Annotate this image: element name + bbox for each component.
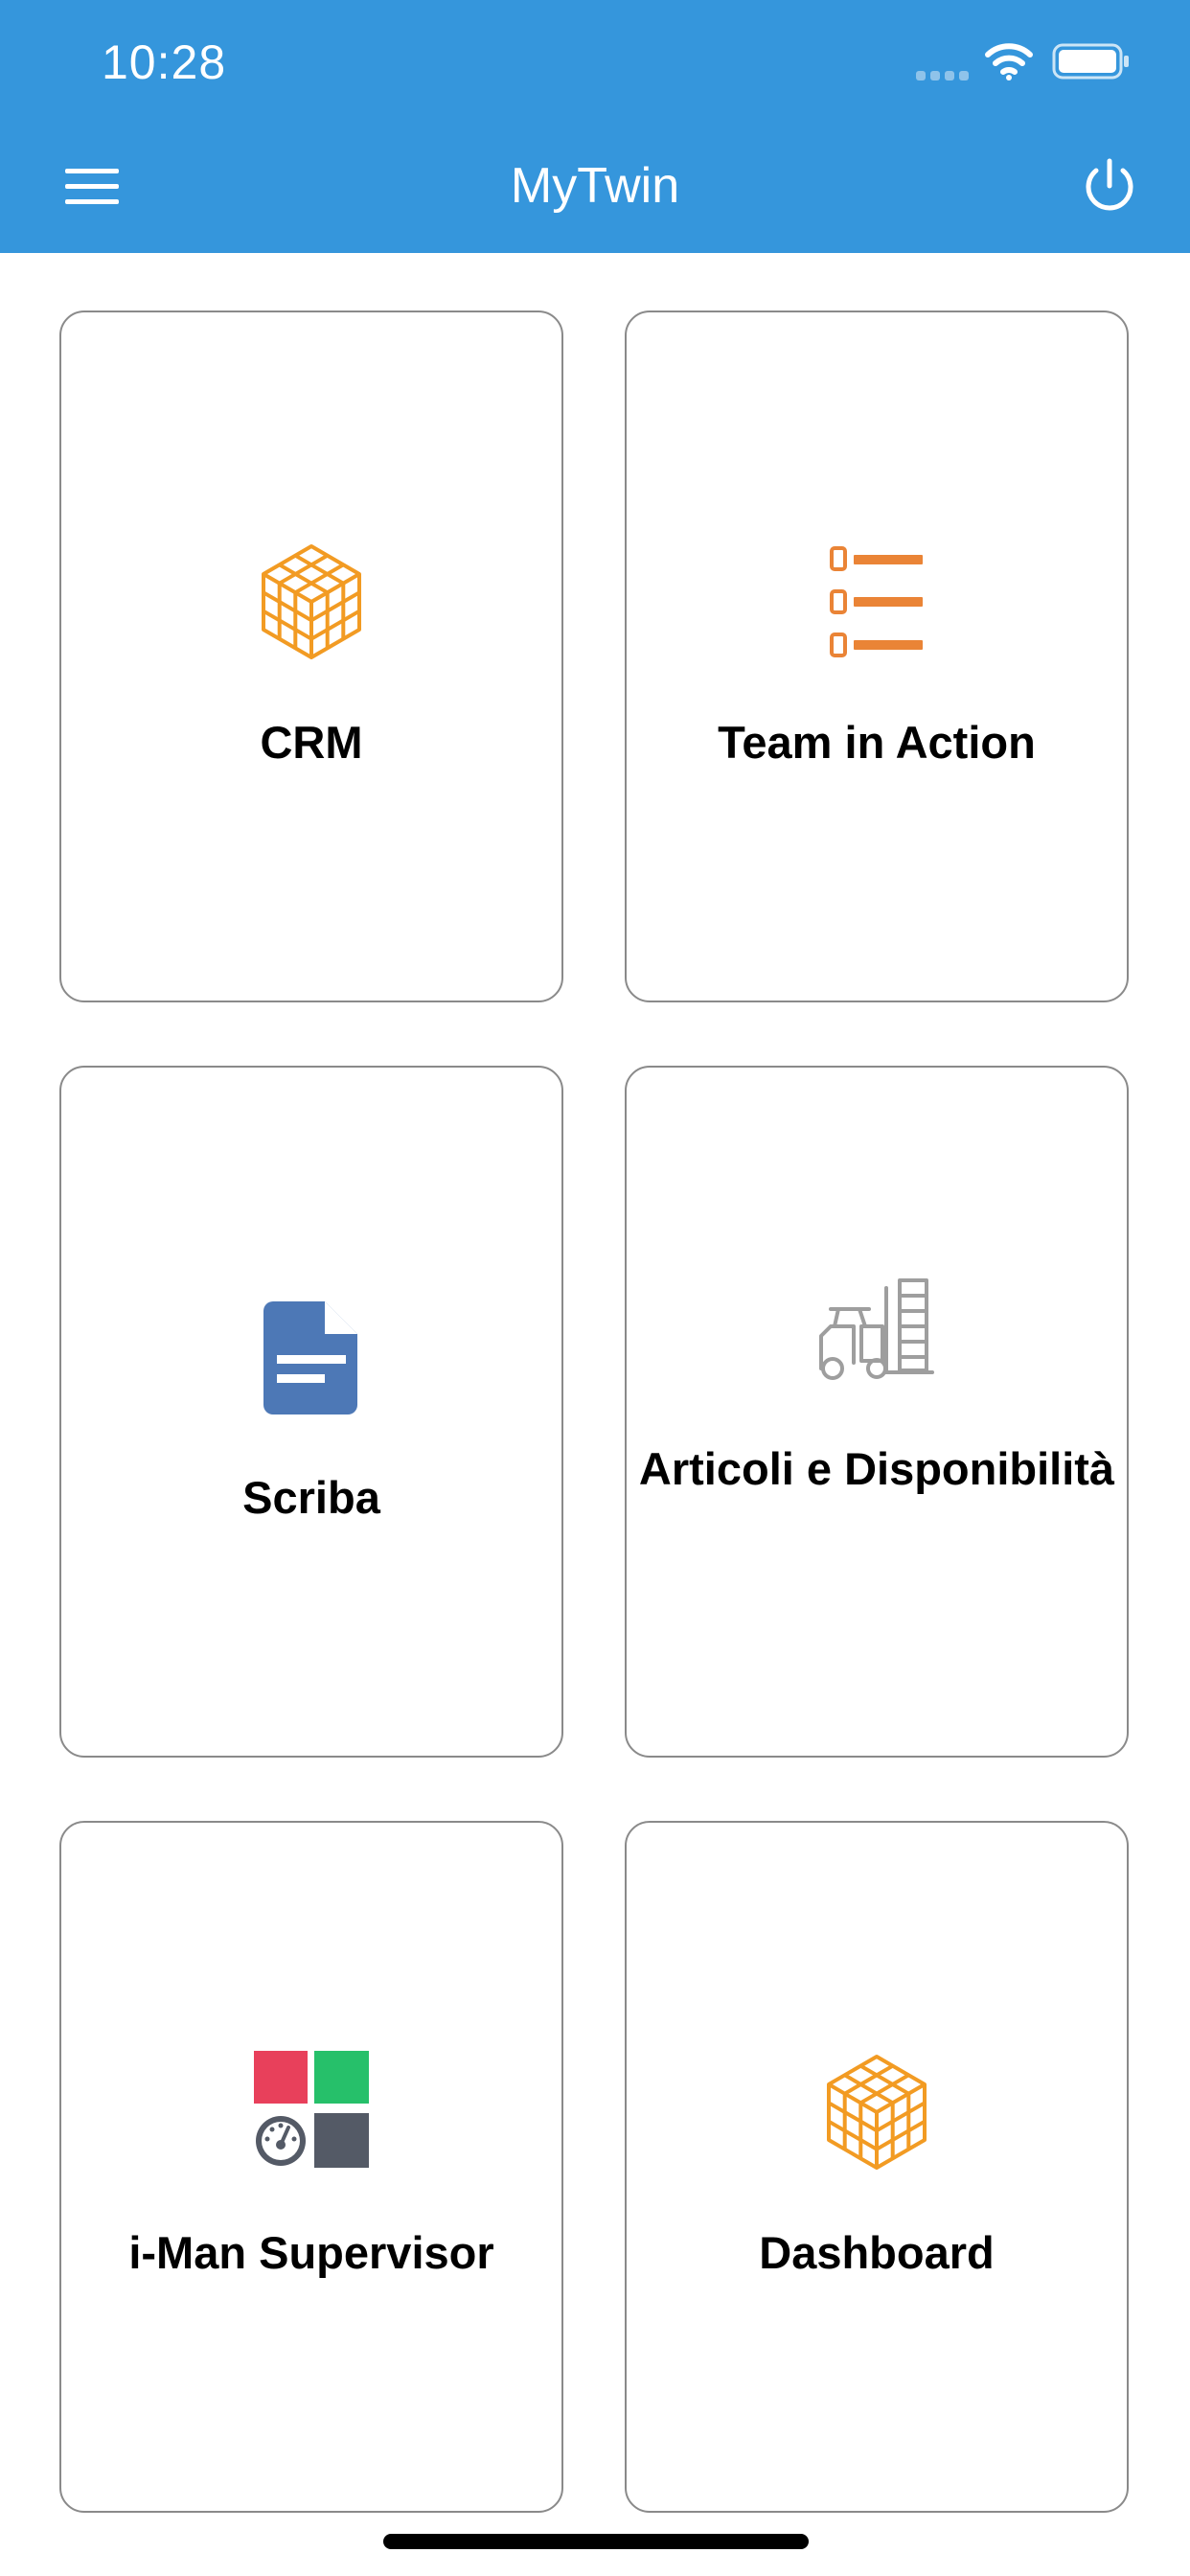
tile-label-articoli-disponibilita: Articoli e Disponibilità [638,1443,1115,1494]
cube-icon [827,2055,927,2170]
tile-dashboard[interactable]: Dashboard [625,1821,1129,2513]
header-bar: 10:28 MyTwin [0,0,1190,253]
tile-label-iman-supervisor: i-Man Supervisor [128,2227,494,2278]
forklift-icon [819,1278,934,1380]
power-icon[interactable] [1075,153,1144,222]
supervisor-grid-icon [254,2051,369,2168]
wifi-icon [985,43,1033,80]
tile-label-team-in-action: Team in Action [718,717,1036,768]
tile-iman-supervisor[interactable]: i-Man Supervisor [59,1821,563,2513]
tile-scriba[interactable]: Scriba [59,1066,563,1758]
cellular-signal-icon [916,71,969,80]
tile-team-in-action[interactable]: Team in Action [625,310,1129,1002]
app-screen: 10:28 MyTwin CRM Team in Action Scriba A… [0,0,1190,2576]
page-title: MyTwin [510,158,680,214]
cube-icon [262,544,361,659]
tile-articoli-disponibilita[interactable]: Articoli e Disponibilità [625,1066,1129,1758]
checklist-icon [830,546,923,657]
tile-label-scriba: Scriba [242,1472,380,1523]
home-indicator[interactable] [383,2534,809,2549]
battery-icon [1052,43,1129,80]
status-time: 10:28 [102,35,227,89]
document-icon [263,1301,357,1414]
hamburger-menu-icon[interactable] [54,159,130,217]
tile-label-dashboard: Dashboard [759,2227,995,2278]
tile-crm[interactable]: CRM [59,310,563,1002]
tile-label-crm: CRM [260,717,363,768]
